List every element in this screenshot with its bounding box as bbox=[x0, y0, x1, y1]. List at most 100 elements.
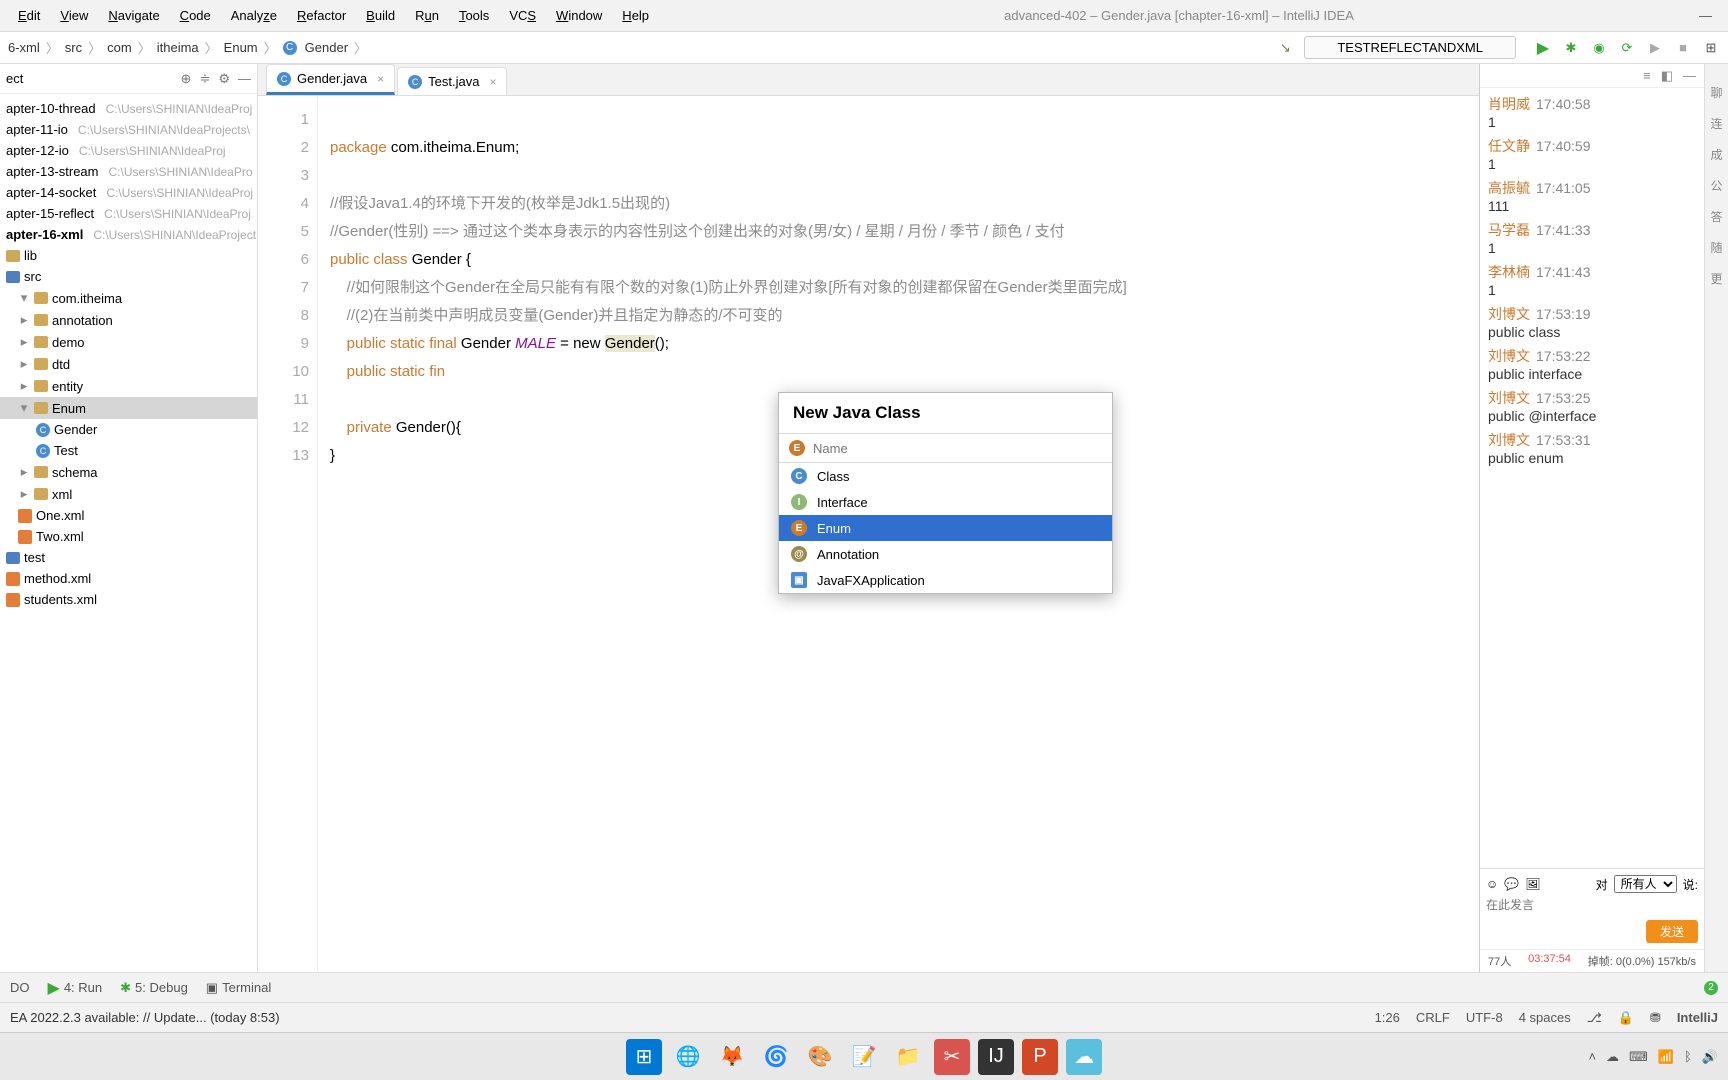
project-tree[interactable]: apter-10-threadC:\Users\SHINIAN\IdeaProj… bbox=[0, 94, 257, 972]
menu-tools[interactable]: Tools bbox=[449, 4, 499, 27]
tree-module[interactable]: apter-10-threadC:\Users\SHINIAN\IdeaProj bbox=[0, 98, 257, 119]
hammer-icon[interactable]: ↘ bbox=[1276, 39, 1294, 57]
menu-build[interactable]: Build bbox=[356, 4, 405, 27]
close-tab-icon[interactable]: × bbox=[377, 72, 384, 86]
menu-navigate[interactable]: Navigate bbox=[98, 4, 169, 27]
tray-onedrive-icon[interactable]: ☁ bbox=[1606, 1049, 1619, 1065]
tw-debug[interactable]: ✱5: Debug bbox=[120, 980, 188, 996]
to-select[interactable]: 所有人 bbox=[1614, 875, 1677, 893]
popup-name-field[interactable]: E bbox=[779, 434, 1112, 463]
tree-enum[interactable]: ▾Enum bbox=[0, 397, 257, 419]
hide-icon[interactable]: — bbox=[238, 71, 251, 87]
caret-pos[interactable]: 1:26 bbox=[1375, 1010, 1400, 1025]
tree-students-xml[interactable]: students.xml bbox=[0, 589, 257, 610]
crumb-1[interactable]: src bbox=[65, 40, 82, 55]
side-icon[interactable]: 更 bbox=[1710, 270, 1722, 287]
crumb-3[interactable]: itheima bbox=[157, 40, 199, 55]
collapse-icon[interactable]: ≑ bbox=[199, 71, 210, 87]
kind-enum[interactable]: EEnum bbox=[779, 515, 1112, 541]
layout-icon[interactable]: ◧ bbox=[1661, 68, 1673, 84]
tree-module[interactable]: apter-15-reflectC:\Users\SHINIAN\IdeaPro… bbox=[0, 203, 257, 224]
tree-gender[interactable]: CGender bbox=[0, 419, 257, 440]
chrome-app[interactable]: 🌀 bbox=[758, 1039, 794, 1075]
tree-entity[interactable]: ▸entity bbox=[0, 375, 257, 397]
edge-app[interactable]: 🌐 bbox=[670, 1039, 706, 1075]
tree-src[interactable]: src bbox=[0, 266, 257, 287]
tree-xml[interactable]: ▸xml bbox=[0, 483, 257, 505]
menu-window[interactable]: Window bbox=[546, 4, 612, 27]
chat-messages[interactable]: 肖明威17:40:581 任文静17:40:591 高振毓17:41:05111… bbox=[1480, 88, 1704, 868]
emoji-icon[interactable]: ☺ bbox=[1486, 877, 1498, 891]
crumb-4[interactable]: Enum bbox=[224, 40, 258, 55]
indent[interactable]: 4 spaces bbox=[1519, 1010, 1571, 1025]
cloud-app[interactable]: ☁ bbox=[1066, 1039, 1102, 1075]
tab-gender[interactable]: C Gender.java × bbox=[266, 64, 395, 95]
menu-run[interactable]: Run bbox=[405, 4, 449, 27]
tree-two-xml[interactable]: Two.xml bbox=[0, 526, 257, 547]
tree-module-selected[interactable]: apter-16-xmlC:\Users\SHINIAN\IdeaProject bbox=[0, 224, 257, 245]
tray-network-icon[interactable]: 📶 bbox=[1658, 1049, 1674, 1065]
lock-icon[interactable]: 🔒 bbox=[1618, 1010, 1634, 1026]
chat-text-input[interactable] bbox=[1486, 898, 1698, 912]
tray-bluetooth-icon[interactable]: ᛒ bbox=[1684, 1049, 1692, 1065]
status-message[interactable]: EA 2022.2.3 available: // Update... (tod… bbox=[10, 1010, 280, 1025]
tw-run[interactable]: ▶4: Run bbox=[48, 978, 103, 998]
crumb-2[interactable]: com bbox=[107, 40, 132, 55]
menu-vcs[interactable]: VCS bbox=[499, 4, 546, 27]
tw-todo[interactable]: DO bbox=[10, 980, 30, 995]
tray-arrow-icon[interactable]: ˄ bbox=[1588, 1049, 1596, 1065]
menu-code[interactable]: Code bbox=[170, 4, 221, 27]
start-button[interactable]: ⊞ bbox=[626, 1039, 662, 1075]
menu-icon[interactable]: ≡ bbox=[1643, 68, 1651, 83]
profile-icon[interactable]: ⟳ bbox=[1618, 39, 1636, 57]
run-config-dropdown[interactable]: TESTREFLECTANDXML bbox=[1304, 36, 1516, 59]
menu-view[interactable]: View bbox=[50, 4, 98, 27]
tree-module[interactable]: apter-14-socketC:\Users\SHINIAN\IdeaProj bbox=[0, 182, 257, 203]
tree-module[interactable]: apter-11-ioC:\Users\SHINIAN\IdeaProjects… bbox=[0, 119, 257, 140]
image-icon[interactable]: 🖼 bbox=[1525, 877, 1540, 891]
stop-icon[interactable]: ■ bbox=[1674, 39, 1692, 57]
crumb-5[interactable]: Gender bbox=[305, 40, 348, 55]
filter-icon[interactable]: ⛃ bbox=[1650, 1010, 1661, 1026]
side-icon[interactable]: 答 bbox=[1710, 208, 1722, 225]
tree-schema[interactable]: ▸schema bbox=[0, 461, 257, 483]
tree-demo[interactable]: ▸demo bbox=[0, 331, 257, 353]
name-input[interactable] bbox=[813, 441, 1102, 456]
coverage-icon[interactable]: ◉ bbox=[1590, 39, 1608, 57]
powerpoint-app[interactable]: P bbox=[1022, 1039, 1058, 1075]
tree-module[interactable]: apter-12-ioC:\Users\SHINIAN\IdeaProj bbox=[0, 140, 257, 161]
menu-refactor[interactable]: Refactor bbox=[287, 4, 356, 27]
tree-module[interactable]: apter-13-streamC:\Users\SHINIAN\IdeaPro bbox=[0, 161, 257, 182]
intellij-app[interactable]: IJ bbox=[978, 1039, 1014, 1075]
event-log-badge[interactable]: 2 bbox=[1704, 981, 1718, 995]
kind-javafx[interactable]: ▣JavaFXApplication bbox=[779, 567, 1112, 593]
tray-volume-icon[interactable]: 🔊 bbox=[1702, 1049, 1718, 1065]
attach-icon[interactable]: ▶ bbox=[1646, 39, 1664, 57]
side-icon[interactable]: 成 bbox=[1710, 146, 1722, 163]
tree-test[interactable]: CTest bbox=[0, 440, 257, 461]
tree-test-dir[interactable]: test bbox=[0, 547, 257, 568]
app-red[interactable]: ✂ bbox=[934, 1039, 970, 1075]
close-tab-icon[interactable]: × bbox=[489, 75, 496, 89]
explorer-app[interactable]: 📁 bbox=[890, 1039, 926, 1075]
crumb-0[interactable]: 6-xml bbox=[8, 40, 40, 55]
side-icon[interactable]: 公 bbox=[1710, 177, 1722, 194]
tree-annotation[interactable]: ▸annotation bbox=[0, 309, 257, 331]
menu-analyze[interactable]: Analyze bbox=[221, 4, 287, 27]
target-icon[interactable]: ⊕ bbox=[181, 71, 192, 87]
tree-method-xml[interactable]: method.xml bbox=[0, 568, 257, 589]
paint-app[interactable]: 🎨 bbox=[802, 1039, 838, 1075]
line-sep[interactable]: CRLF bbox=[1416, 1010, 1450, 1025]
more-icon[interactable]: ⊞ bbox=[1702, 39, 1720, 57]
firefox-app[interactable]: 🦊 bbox=[714, 1039, 750, 1075]
minimize-icon[interactable]: — bbox=[1683, 68, 1696, 83]
kind-interface[interactable]: IInterface bbox=[779, 489, 1112, 515]
tab-test[interactable]: C Test.java × bbox=[397, 67, 507, 95]
menu-edit[interactable]: Edit bbox=[8, 4, 50, 27]
kind-annotation[interactable]: @Annotation bbox=[779, 541, 1112, 567]
minimize-button[interactable]: — bbox=[1699, 8, 1712, 23]
project-title[interactable]: ect bbox=[6, 71, 23, 86]
tw-terminal[interactable]: ▣Terminal bbox=[206, 980, 271, 996]
tray-keyboard-icon[interactable]: ⌨ bbox=[1629, 1049, 1648, 1065]
chat-icon[interactable]: 💬 bbox=[1504, 877, 1519, 891]
